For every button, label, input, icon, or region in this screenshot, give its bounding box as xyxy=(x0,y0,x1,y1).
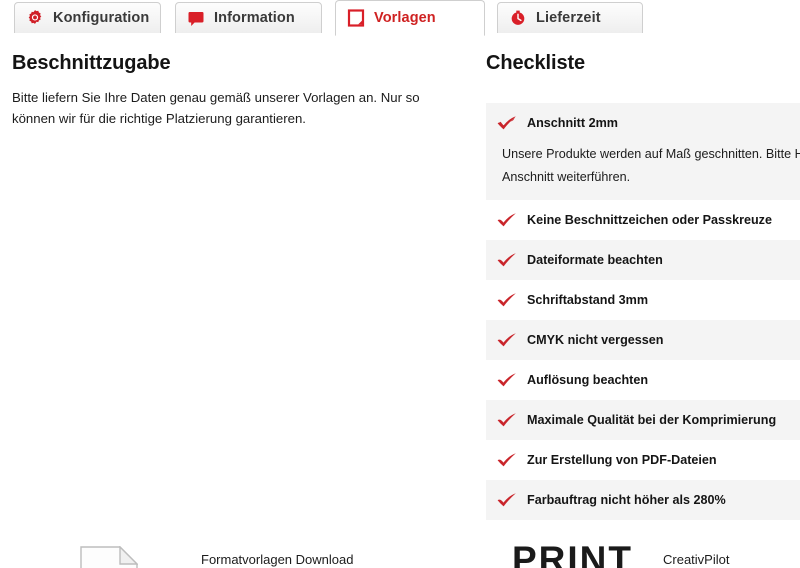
checklist-item-title: Zur Erstellung von PDF-Dateien xyxy=(527,453,717,467)
checklist: Anschnitt 2mm Unsere Produkte werden auf… xyxy=(486,103,800,520)
red-check-icon xyxy=(496,291,518,309)
list-item[interactable]: Maximale Qualität bei der Komprimierung xyxy=(486,400,800,440)
gear-icon xyxy=(26,9,44,27)
checklist-item-header: Dateiformate beachten xyxy=(496,251,800,269)
page-root: Konfiguration Information Vorlagen Liefe… xyxy=(0,0,800,568)
speech-bubble-icon xyxy=(187,9,205,27)
beschnittzugabe-description: Bitte liefern Sie Ihre Daten genau gemäß… xyxy=(12,90,420,126)
tab-label: Lieferzeit xyxy=(536,10,601,26)
checklist-item-header: Anschnitt 2mm xyxy=(496,114,800,132)
checklist-item-title: Farbauftrag nicht höher als 280% xyxy=(527,493,726,507)
checklist-item-title: Auflösung beachten xyxy=(527,373,649,387)
template-page-icon xyxy=(347,9,365,27)
checklist-item-title: Keine Beschnittzeichen oder Passkreuze xyxy=(527,213,772,227)
checklist-item-header: Keine Beschnittzeichen oder Passkreuze xyxy=(496,211,800,229)
tab-label: Vorlagen xyxy=(374,10,436,26)
creativpilot-label[interactable]: CreativPilot xyxy=(663,552,729,567)
beschnittzugabe-section: Beschnittzugabe Bitte liefern Sie Ihre D… xyxy=(12,52,462,129)
red-check-icon xyxy=(496,491,518,509)
list-item[interactable]: Zur Erstellung von PDF-Dateien xyxy=(486,440,800,480)
brand-logo: PRINT xyxy=(512,545,633,568)
red-check-icon xyxy=(496,251,518,269)
tab-bar: Konfiguration Information Vorlagen Liefe… xyxy=(0,0,800,36)
checklist-item-body-line2: Anschnitt weiterführen. xyxy=(502,170,631,184)
checklist-item-header: Farbauftrag nicht höher als 280% xyxy=(496,491,800,509)
tab-vorlagen[interactable]: Vorlagen xyxy=(335,0,485,36)
list-item[interactable]: Schriftabstand 3mm xyxy=(486,280,800,320)
checkliste-section: Checkliste xyxy=(486,52,800,97)
checklist-item-header: Auflösung beachten xyxy=(496,371,800,389)
red-check-icon xyxy=(496,411,518,429)
checklist-item-header: Schriftabstand 3mm xyxy=(496,291,800,309)
checklist-item-body-line1: Unsere Produkte werden auf Maß geschnitt… xyxy=(502,147,800,161)
checklist-item-title: Maximale Qualität bei der Komprimierung xyxy=(527,413,777,427)
tab-konfiguration[interactable]: Konfiguration xyxy=(14,2,161,34)
formatvorlagen-download-label[interactable]: Formatvorlagen Download xyxy=(201,552,353,567)
list-item[interactable]: Anschnitt 2mm Unsere Produkte werden auf… xyxy=(486,103,800,200)
red-check-icon xyxy=(496,451,518,469)
tab-label: Information xyxy=(214,10,295,26)
tab-lieferzeit[interactable]: Lieferzeit xyxy=(497,2,643,34)
checklist-item-header: CMYK nicht vergessen xyxy=(496,331,800,349)
clock-icon xyxy=(509,9,527,27)
page-title: Beschnittzugabe xyxy=(12,52,171,74)
checklist-item-title: Dateiformate beachten xyxy=(527,253,663,267)
checklist-item-title: CMYK nicht vergessen xyxy=(527,333,664,347)
red-check-icon xyxy=(496,331,518,349)
red-check-icon xyxy=(496,211,518,229)
list-item[interactable]: Dateiformate beachten xyxy=(486,240,800,280)
checklist-item-header: Maximale Qualität bei der Komprimierung xyxy=(496,411,800,429)
red-check-icon xyxy=(496,114,518,132)
checklist-item-title: Anschnitt 2mm xyxy=(527,116,618,130)
tab-label: Konfiguration xyxy=(53,10,150,26)
list-item[interactable]: Auflösung beachten xyxy=(486,360,800,400)
checklist-item-title: Schriftabstand 3mm xyxy=(527,293,649,307)
list-item[interactable]: Keine Beschnittzeichen oder Passkreuze xyxy=(486,200,800,240)
checklist-title: Checkliste xyxy=(486,52,586,74)
list-item[interactable]: CMYK nicht vergessen xyxy=(486,320,800,360)
red-check-icon xyxy=(496,371,518,389)
list-item[interactable]: Farbauftrag nicht höher als 280% xyxy=(486,480,800,520)
checklist-item-header: Zur Erstellung von PDF-Dateien xyxy=(496,451,800,469)
page-document-icon[interactable] xyxy=(80,545,139,568)
tab-information[interactable]: Information xyxy=(175,2,322,34)
